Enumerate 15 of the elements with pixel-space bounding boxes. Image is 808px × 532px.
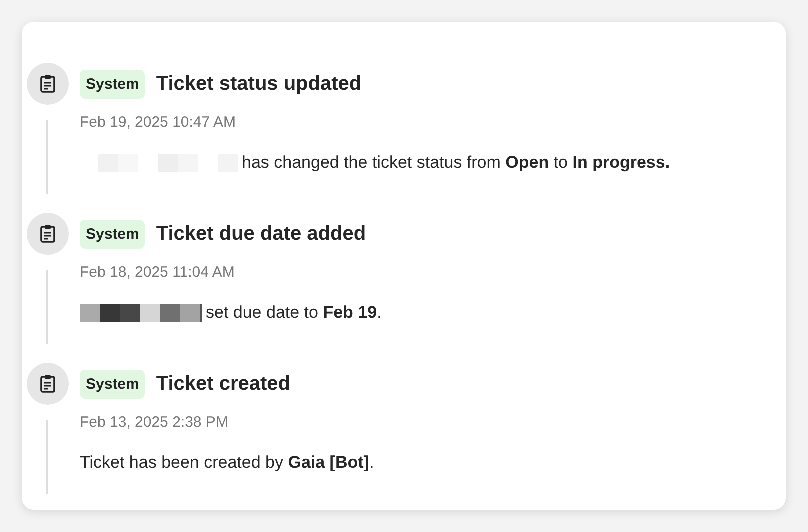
system-badge: System xyxy=(80,370,146,398)
event-description: set due date to Feb 19. xyxy=(206,303,382,323)
event-timestamp: Feb 18, 2025 11:04 AM xyxy=(80,264,236,281)
system-badge: System xyxy=(80,70,146,98)
clipboard-icon xyxy=(27,213,69,255)
event-title: Ticket created xyxy=(156,372,291,396)
system-badge: System xyxy=(80,220,146,248)
event-description: Ticket has been created by Gaia [Bot]. xyxy=(80,453,374,473)
event-timestamp: Feb 19, 2025 10:47 AM xyxy=(80,114,237,131)
event-description: has changed the ticket status from Open to In progress. xyxy=(242,153,670,173)
event-title: Ticket status updated xyxy=(156,72,362,96)
event-timestamp: Feb 13, 2025 2:38 PM xyxy=(80,414,230,431)
event-title: Ticket due date added xyxy=(156,222,366,246)
clipboard-icon xyxy=(27,363,69,405)
clipboard-icon xyxy=(27,63,69,105)
